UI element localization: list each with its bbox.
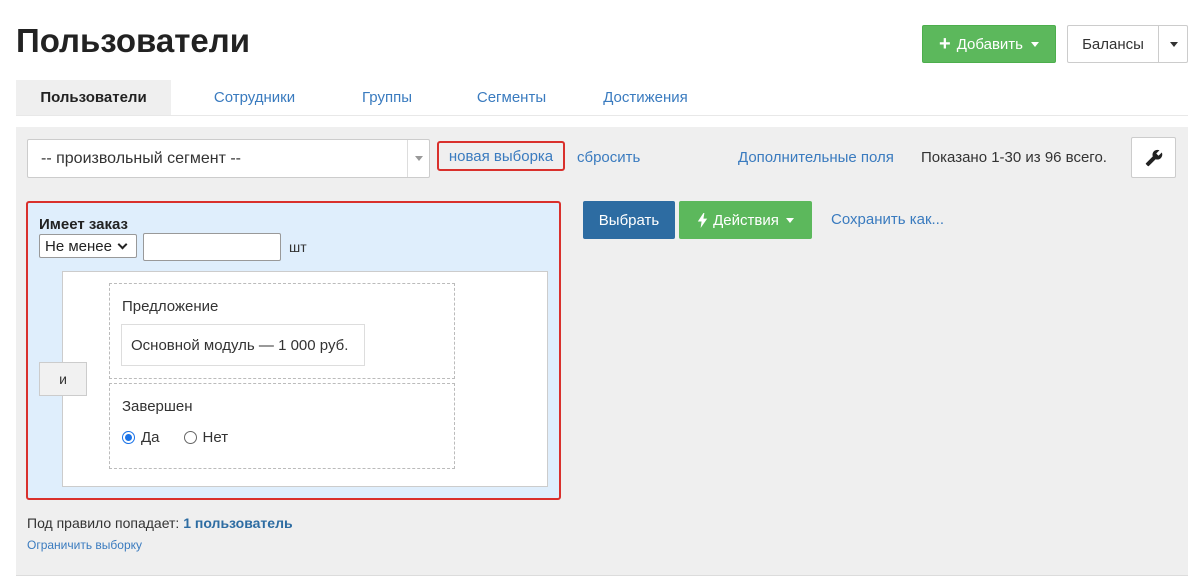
save-as-link[interactable]: Сохранить как... bbox=[831, 211, 944, 228]
compare-select-value: Не менее bbox=[45, 237, 112, 255]
conditions-box: и Предложение Основной модуль — 1 000 ру… bbox=[39, 271, 548, 487]
plus-icon: + bbox=[939, 33, 951, 55]
wrench-icon bbox=[1145, 149, 1162, 166]
offer-condition: Предложение Основной модуль — 1 000 руб. bbox=[109, 283, 455, 379]
settings-button[interactable] bbox=[1131, 137, 1176, 178]
offer-value[interactable]: Основной модуль — 1 000 руб. bbox=[121, 324, 365, 366]
chevron-down-icon bbox=[117, 239, 128, 249]
caret-down-icon bbox=[1170, 41, 1178, 47]
add-button[interactable]: + Добавить bbox=[922, 25, 1056, 63]
actions-button-label: Действия bbox=[713, 211, 779, 229]
radio-no-label: Нет bbox=[202, 429, 229, 446]
actions-button[interactable]: Действия bbox=[679, 201, 812, 239]
rule-title: Имеет заказ bbox=[39, 216, 128, 233]
segment-select[interactable]: -- произвольный сегмент -- bbox=[27, 139, 430, 178]
filter-panel: -- произвольный сегмент -- новая выборка… bbox=[16, 127, 1188, 576]
completed-label: Завершен bbox=[122, 398, 193, 415]
and-connector-button[interactable]: и bbox=[39, 362, 87, 396]
tabs-bar: Пользователи Сотрудники Группы Сегменты … bbox=[16, 80, 1188, 116]
add-button-label: Добавить bbox=[956, 35, 1023, 53]
completed-condition: Завершен Да Нет bbox=[109, 383, 455, 469]
count-value-link[interactable]: 1 пользователь bbox=[183, 515, 292, 531]
lightning-icon bbox=[697, 212, 708, 228]
tab-groups[interactable]: Группы bbox=[338, 80, 436, 115]
limit-selection-link[interactable]: Ограничить выборку bbox=[27, 538, 142, 552]
balances-dropdown-toggle[interactable] bbox=[1159, 25, 1188, 63]
new-selection-highlight: новая выборка bbox=[437, 141, 565, 171]
segment-select-value: -- произвольный сегмент -- bbox=[41, 149, 241, 167]
new-selection-link[interactable]: новая выборка bbox=[449, 148, 553, 165]
rule-block: Имеет заказ Не менее шт и Предложение Ос… bbox=[26, 201, 561, 500]
tab-users[interactable]: Пользователи bbox=[16, 80, 171, 115]
reset-link[interactable]: сбросить bbox=[577, 149, 640, 166]
completed-options: Да Нет bbox=[122, 429, 228, 446]
radio-yes[interactable] bbox=[122, 431, 135, 444]
page-title: Пользователи bbox=[16, 22, 251, 59]
select-button[interactable]: Выбрать bbox=[583, 201, 675, 239]
balances-button-group: Балансы bbox=[1067, 25, 1188, 63]
tab-achievements[interactable]: Достижения bbox=[587, 80, 704, 115]
count-prefix: Под правило попадает: bbox=[27, 515, 180, 531]
caret-down-icon bbox=[414, 156, 423, 161]
balances-button[interactable]: Балансы bbox=[1067, 25, 1159, 63]
caret-down-icon bbox=[785, 217, 794, 223]
offer-label: Предложение bbox=[122, 298, 219, 315]
tab-employees[interactable]: Сотрудники bbox=[171, 80, 338, 115]
select-arrow bbox=[407, 140, 429, 177]
radio-no[interactable] bbox=[183, 431, 197, 444]
radio-yes-label: Да bbox=[141, 429, 160, 446]
caret-down-icon bbox=[1030, 41, 1039, 47]
quantity-input[interactable] bbox=[143, 233, 281, 261]
compare-select[interactable]: Не менее bbox=[39, 234, 137, 258]
rule-match-count: Под правило попадает: 1 пользователь bbox=[27, 515, 293, 531]
tab-segments[interactable]: Сегменты bbox=[436, 80, 587, 115]
pagination-summary: Показано 1-30 из 96 всего. bbox=[921, 149, 1107, 166]
unit-label: шт bbox=[289, 239, 307, 255]
extra-fields-link[interactable]: Дополнительные поля bbox=[738, 149, 894, 166]
